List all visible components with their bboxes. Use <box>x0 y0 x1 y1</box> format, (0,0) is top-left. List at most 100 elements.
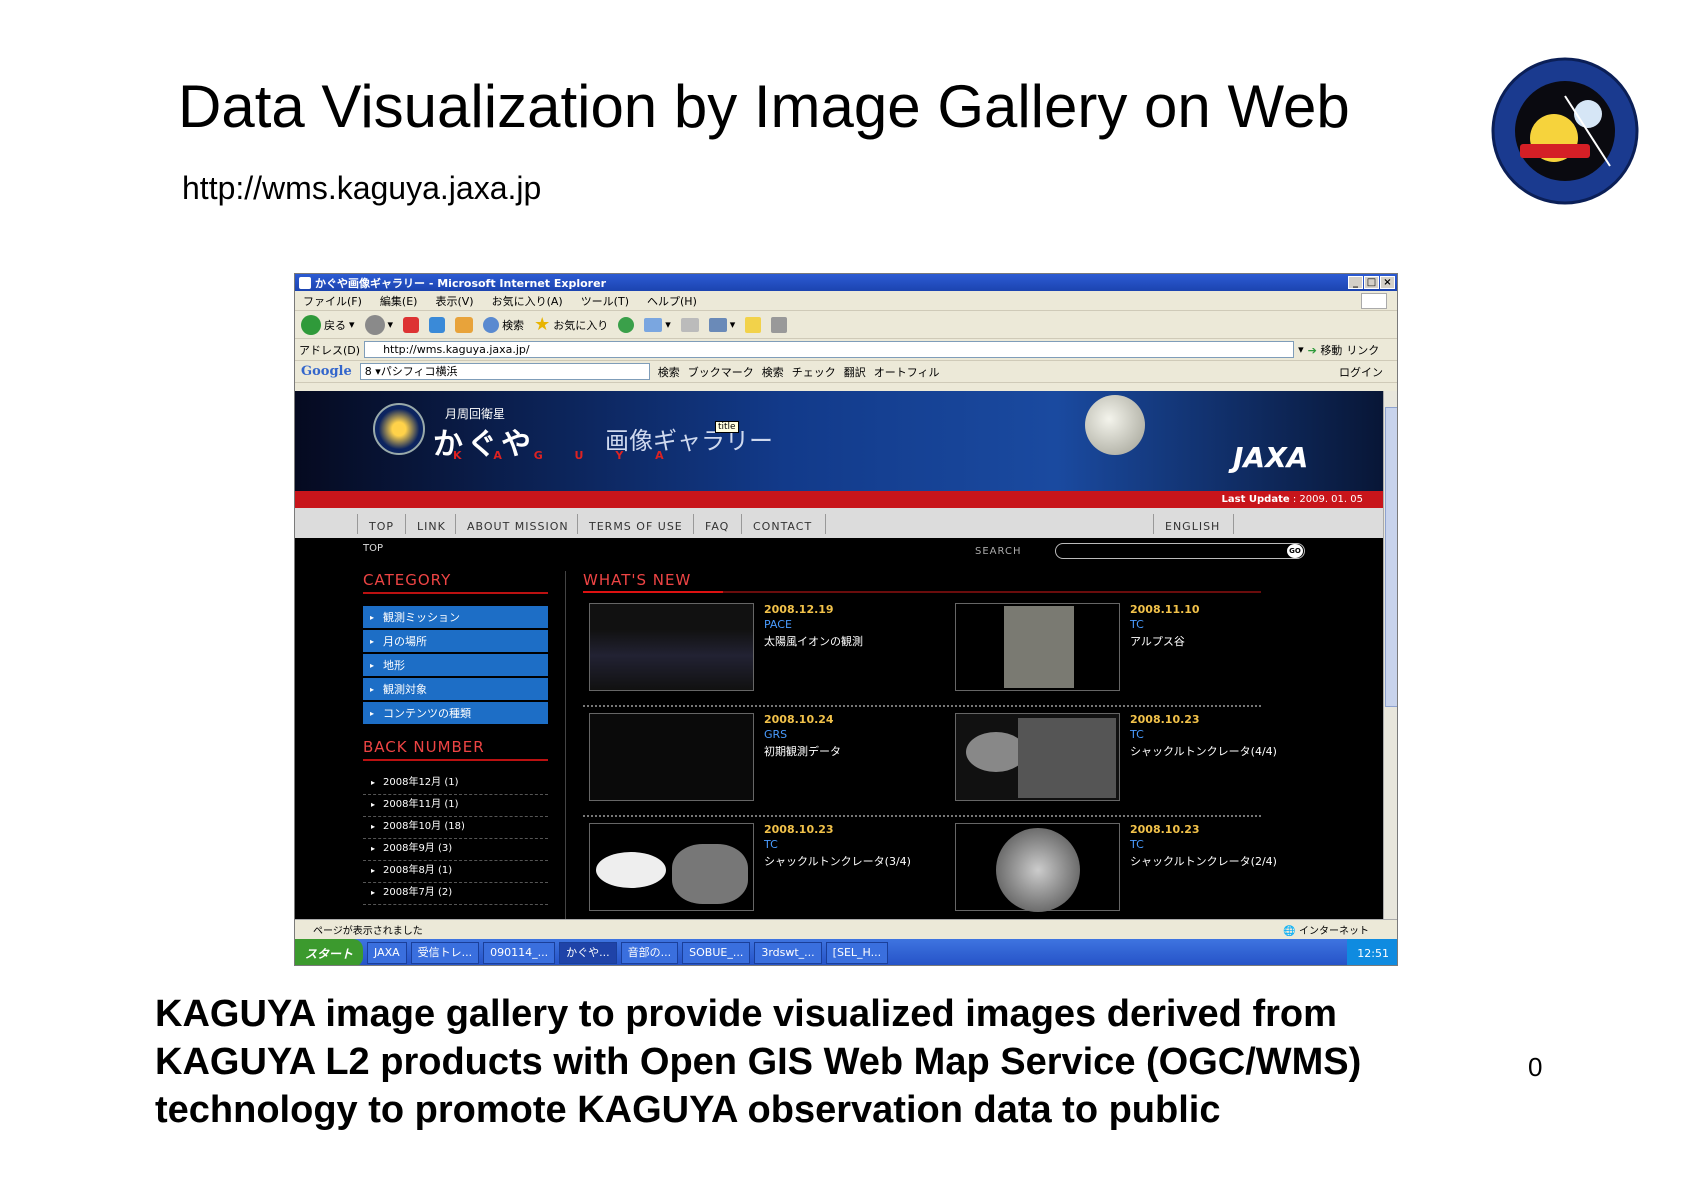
news-title[interactable]: シャックルトンクレータ(4/4) <box>1130 743 1277 759</box>
back-number-item[interactable]: 2008年11月 (1) <box>363 795 548 817</box>
category-item[interactable]: 月の場所 <box>363 630 548 654</box>
site-search-go-button[interactable]: GO <box>1287 544 1303 558</box>
nav-about-mission[interactable]: ABOUT MISSION <box>467 520 569 533</box>
home-button[interactable] <box>455 316 474 333</box>
messenger-button[interactable] <box>771 316 788 333</box>
maximize-icon[interactable]: □ <box>1364 276 1379 289</box>
taskbar-item[interactable]: [SEL_H... <box>825 942 889 964</box>
mail-button[interactable]: ▾ <box>644 317 671 332</box>
back-number-item[interactable]: 2008年12月 (1) <box>363 773 548 795</box>
news-item[interactable]: 2008.12.19 PACE 太陽風イオンの観測 <box>589 603 949 698</box>
nav-terms-of-use[interactable]: TERMS OF USE <box>589 520 683 533</box>
news-date: 2008.10.23 <box>1130 713 1200 726</box>
news-title[interactable]: 太陽風イオンの観測 <box>764 633 863 649</box>
google-login-button[interactable]: ログイン <box>1339 364 1383 380</box>
nav-english[interactable]: ENGLISH <box>1165 520 1220 533</box>
news-instrument[interactable]: TC <box>764 838 778 851</box>
menu-favorites[interactable]: お気に入り(A) <box>492 293 563 309</box>
taskbar-item[interactable]: かぐや... <box>559 942 617 964</box>
menu-tools[interactable]: ツール(T) <box>581 293 629 309</box>
messenger-icon <box>771 316 788 333</box>
back-number-item[interactable]: 2008年7月 (2) <box>363 883 548 905</box>
menu-view[interactable]: 表示(V) <box>435 293 473 309</box>
news-date: 2008.10.23 <box>1130 823 1200 836</box>
news-item[interactable]: 2008.10.23 TC シャックルトンクレータ(3/4) <box>589 823 949 918</box>
google-search-input[interactable]: 8 ▾パシフィコ横浜 <box>359 363 650 380</box>
favorites-button[interactable]: ★ お気に入り <box>534 314 608 335</box>
taskbar-item[interactable]: JAXA <box>367 942 407 964</box>
links-button[interactable]: リンク <box>1346 342 1379 358</box>
stop-button[interactable] <box>403 316 420 333</box>
news-thumbnail[interactable] <box>955 823 1120 912</box>
address-bar: アドレス(D) http://wms.kaguya.jaxa.jp/ ▾ ➔ 移… <box>295 339 1397 361</box>
start-button[interactable]: スタート <box>295 939 364 965</box>
news-item[interactable]: 2008.11.10 TC アルプス谷 <box>955 603 1315 698</box>
address-label: アドレス(D) <box>299 343 361 357</box>
back-number-item[interactable]: 2008年8月 (1) <box>363 861 548 883</box>
news-item[interactable]: 2008.10.24 GRS 初期観測データ <box>589 713 949 808</box>
taskbar-item[interactable]: 受信トレ... <box>410 942 480 964</box>
news-title[interactable]: アルプス谷 <box>1130 633 1185 649</box>
system-tray: 12:51 <box>1347 939 1397 965</box>
google-check-button[interactable]: チェック <box>792 364 836 380</box>
nav-top[interactable]: TOP <box>369 520 394 533</box>
scrollbar-thumb[interactable] <box>1385 407 1397 707</box>
news-instrument[interactable]: TC <box>1130 838 1144 851</box>
news-thumbnail[interactable] <box>589 713 754 801</box>
google-autofill-button[interactable]: オートフィル <box>874 364 940 380</box>
news-instrument[interactable]: TC <box>1130 618 1144 631</box>
minimize-icon[interactable]: _ <box>1348 276 1363 289</box>
site-search-input[interactable] <box>1055 543 1305 559</box>
news-title[interactable]: 初期観測データ <box>764 743 841 759</box>
taskbar-item[interactable]: 090114_... <box>483 942 556 964</box>
notes-button[interactable] <box>745 316 762 333</box>
nav-contact[interactable]: CONTACT <box>753 520 812 533</box>
address-dropdown-icon[interactable]: ▾ <box>1298 343 1304 356</box>
slide-url: http://wms.kaguya.jaxa.jp <box>182 170 542 206</box>
breadcrumb[interactable]: TOP <box>363 543 383 554</box>
news-thumbnail[interactable] <box>589 823 754 911</box>
menu-edit[interactable]: 編集(E) <box>380 293 418 309</box>
nav-faq[interactable]: FAQ <box>705 520 729 533</box>
category-item[interactable]: コンテンツの種類 <box>363 702 548 726</box>
search-label: SEARCH <box>975 546 1022 557</box>
back-number-item[interactable]: 2008年10月 (18) <box>363 817 548 839</box>
news-instrument[interactable]: TC <box>1130 728 1144 741</box>
news-instrument[interactable]: GRS <box>764 728 787 741</box>
news-item[interactable]: 2008.10.23 TC シャックルトンクレータ(2/4) <box>955 823 1315 918</box>
news-instrument[interactable]: PACE <box>764 618 792 631</box>
category-item[interactable]: 観測対象 <box>363 678 548 702</box>
news-item[interactable]: 2008.10.23 TC シャックルトンクレータ(4/4) <box>955 713 1315 808</box>
menu-file[interactable]: ファイル(F) <box>303 293 362 309</box>
menu-help[interactable]: ヘルプ(H) <box>647 293 697 309</box>
google-search-button[interactable]: 検索 <box>658 364 680 380</box>
news-thumbnail[interactable] <box>955 603 1120 691</box>
taskbar-item[interactable]: 音部の... <box>620 942 679 964</box>
google-bookmarks-button[interactable]: ブックマーク <box>688 364 754 380</box>
toolbar: 戻る ▾ ▾ 検索 ★ お気に入り ▾ ▾ <box>295 311 1397 339</box>
forward-button[interactable]: ▾ <box>364 314 393 335</box>
search-button[interactable]: 検索 <box>483 316 524 333</box>
close-icon[interactable]: × <box>1380 276 1395 289</box>
vertical-scrollbar[interactable] <box>1383 391 1397 919</box>
stop-icon <box>403 316 420 333</box>
go-button[interactable]: ➔ 移動 <box>1308 342 1343 358</box>
news-thumbnail[interactable] <box>589 603 754 691</box>
address-input[interactable]: http://wms.kaguya.jaxa.jp/ <box>364 341 1295 358</box>
category-item[interactable]: 観測ミッション <box>363 606 548 630</box>
refresh-button[interactable] <box>429 316 446 333</box>
back-button[interactable]: 戻る ▾ <box>301 314 355 335</box>
taskbar-item[interactable]: 3rdswt_... <box>754 942 822 964</box>
google-translate-button[interactable]: 翻訳 <box>844 364 866 380</box>
history-button[interactable] <box>618 316 635 333</box>
news-title[interactable]: シャックルトンクレータ(2/4) <box>1130 853 1277 869</box>
news-title[interactable]: シャックルトンクレータ(3/4) <box>764 853 911 869</box>
print-button[interactable] <box>680 317 699 332</box>
nav-link[interactable]: LINK <box>417 520 446 533</box>
back-number-item[interactable]: 2008年9月 (3) <box>363 839 548 861</box>
news-thumbnail[interactable] <box>955 713 1120 801</box>
taskbar-item[interactable]: SOBUE_... <box>682 942 751 964</box>
edit-button[interactable]: ▾ <box>708 317 735 332</box>
google-search2-button[interactable]: 検索 <box>762 364 784 380</box>
category-item[interactable]: 地形 <box>363 654 548 678</box>
